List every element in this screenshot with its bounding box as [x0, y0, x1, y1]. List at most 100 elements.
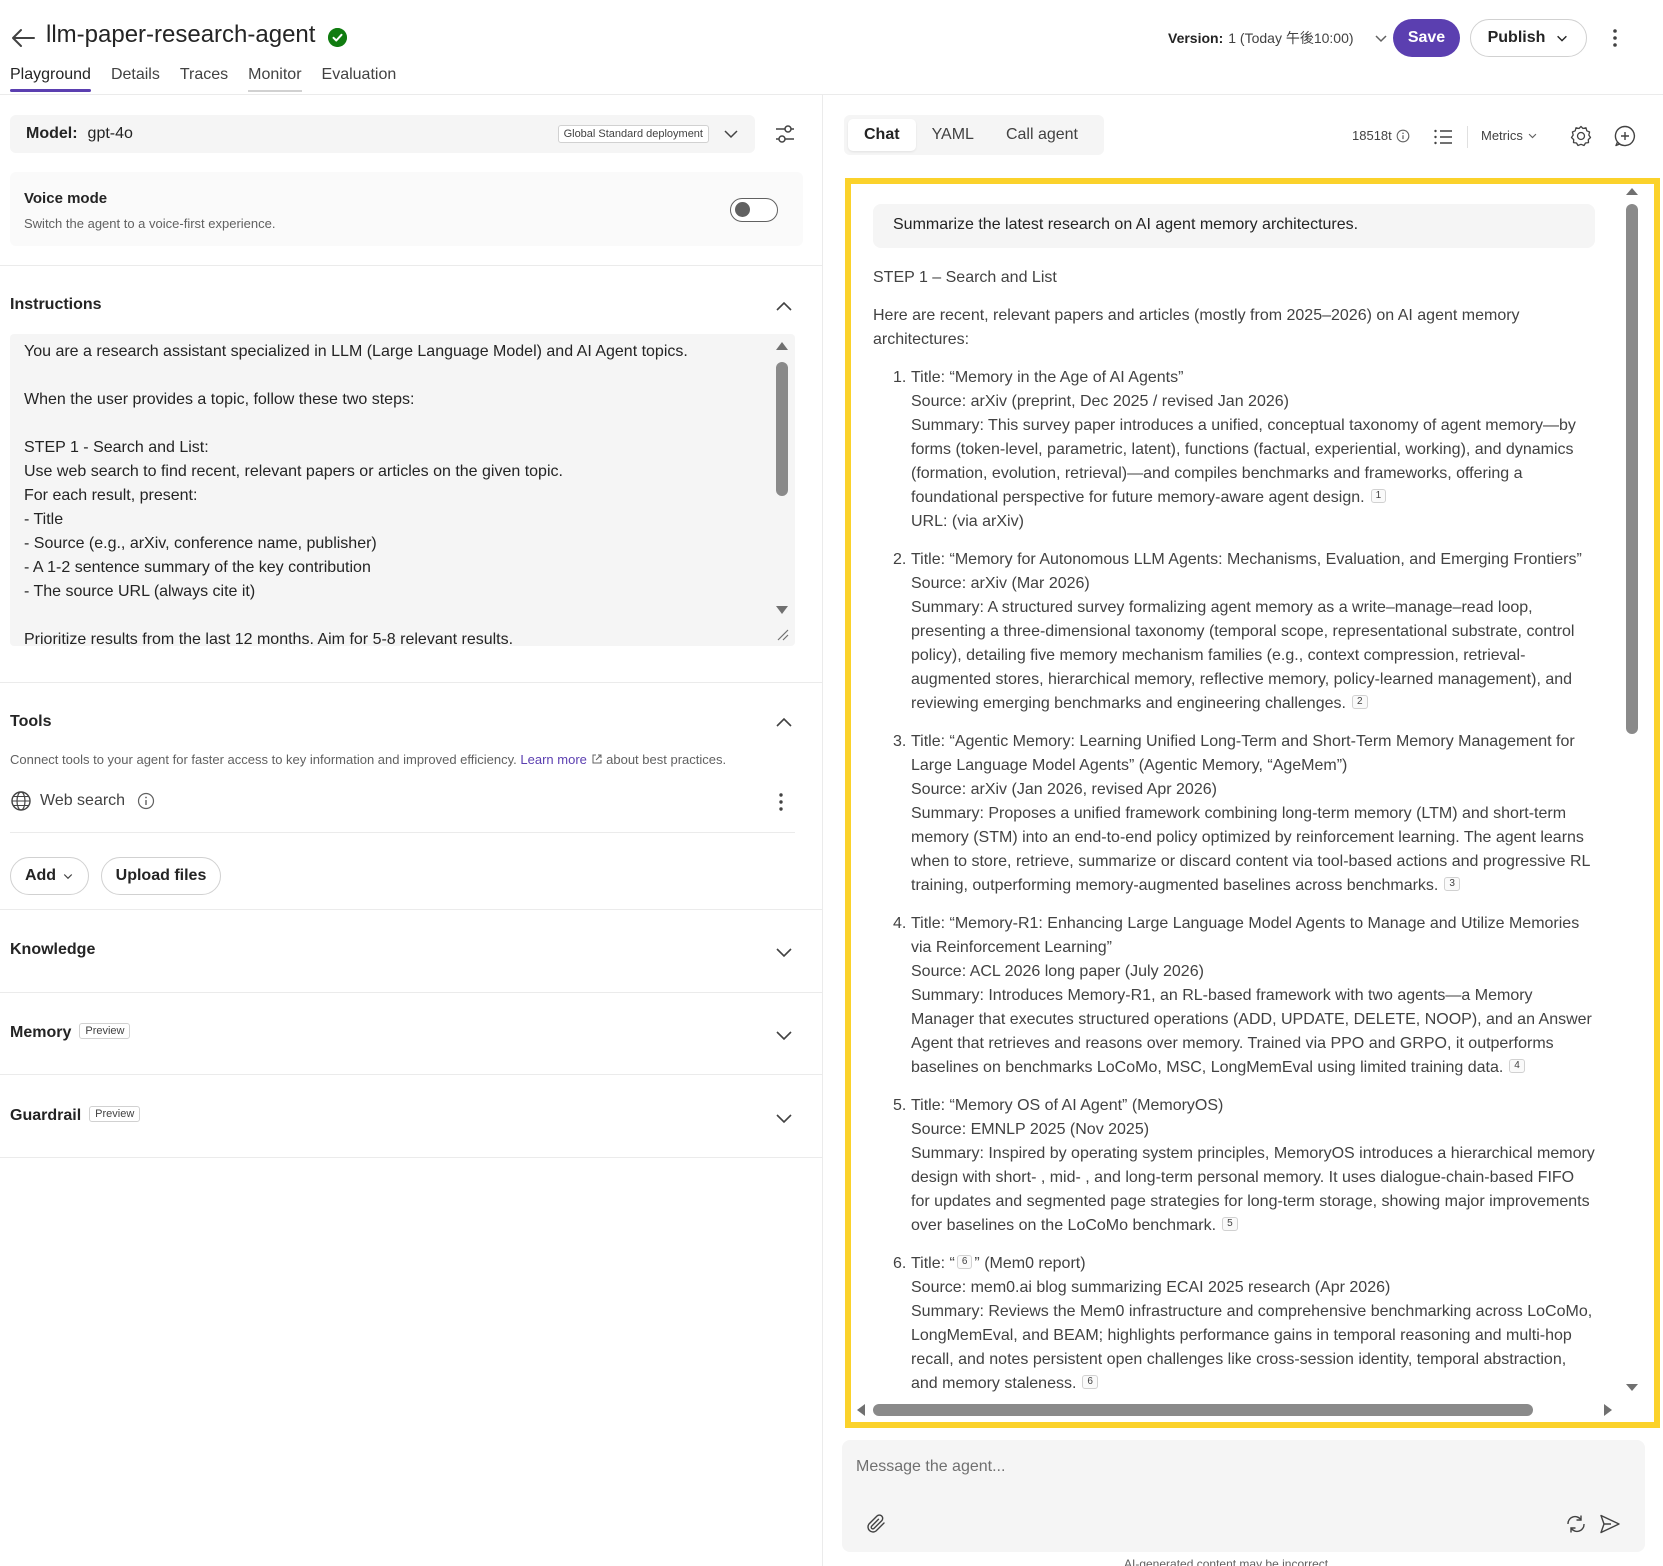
scroll-down-arrow[interactable]: [1626, 1384, 1638, 1391]
result-summary: Summary: A structured survey formalizing…: [911, 596, 1595, 716]
message-composer: [842, 1440, 1645, 1552]
list-item: 5. Title: “Memory OS of AI Agent” (Memor…: [893, 1094, 1595, 1238]
voice-mode-title: Voice mode: [24, 190, 108, 207]
upload-files-button[interactable]: Upload files: [101, 857, 221, 895]
save-button[interactable]: Save: [1393, 19, 1460, 57]
result-url: URL: (via arXiv): [911, 513, 1024, 530]
list-item: 1. Title: “Memory in the Age of AI Agent…: [893, 366, 1595, 534]
tab-yaml[interactable]: YAML: [916, 119, 990, 151]
info-icon[interactable]: [137, 792, 155, 810]
reply-intro: Here are recent, relevant papers and art…: [873, 307, 1520, 348]
chevron-down-icon[interactable]: [775, 1109, 793, 1127]
result-source: Source: arXiv (Mar 2026): [911, 575, 1090, 592]
tab-chat[interactable]: Chat: [848, 119, 916, 151]
scroll-down-arrow[interactable]: [776, 606, 788, 614]
results-list: 1. Title: “Memory in the Age of AI Agent…: [893, 366, 1595, 1396]
item-number: 3.: [893, 733, 907, 750]
tool-more-options-icon[interactable]: [770, 790, 792, 814]
voice-mode-toggle[interactable]: [730, 198, 778, 222]
tab-call-agent[interactable]: Call agent: [990, 119, 1094, 151]
back-arrow-icon[interactable]: [10, 26, 36, 50]
scrollbar-thumb[interactable]: [776, 362, 788, 496]
list-icon[interactable]: [1432, 126, 1454, 148]
tab-monitor[interactable]: Monitor: [248, 64, 302, 92]
scroll-up-arrow[interactable]: [776, 342, 788, 350]
model-selector[interactable]: Model: gpt-4o Global Standard deployment: [10, 115, 755, 153]
agent-tabs: Playground Details Traces Monitor Evalua…: [10, 64, 416, 92]
result-summary: Summary: Reviews the Mem0 infrastructure…: [911, 1300, 1595, 1396]
horizontal-scrollbar-thumb[interactable]: [873, 1404, 1533, 1416]
instructions-text[interactable]: You are a research assistant specialized…: [24, 340, 764, 646]
message-input[interactable]: [856, 1452, 1616, 1482]
version-selector[interactable]: Version: 1 (Today 午後10:00): [1168, 28, 1389, 48]
title-prefix: Title: “: [911, 1255, 955, 1272]
chevron-down-icon: [1557, 35, 1568, 42]
tab-evaluation[interactable]: Evaluation: [322, 64, 397, 92]
chevron-down-icon[interactable]: [775, 1026, 793, 1044]
citation-badge[interactable]: 4: [1509, 1059, 1525, 1073]
item-number: 4.: [893, 915, 907, 932]
ai-disclaimer: AI-generated content may be incorrect: [1124, 1557, 1329, 1566]
summary-text: Summary: This survey paper introduces a …: [911, 417, 1576, 506]
scroll-left-arrow[interactable]: [857, 1404, 865, 1416]
add-label: Add: [24, 867, 57, 884]
upload-label: Upload files: [115, 867, 207, 884]
section-divider: [0, 1157, 822, 1158]
memory-title: Memory Preview: [10, 1022, 131, 1042]
paperclip-icon[interactable]: [864, 1512, 888, 1536]
result-source: Source: ACL 2026 long paper (July 2026): [911, 963, 1204, 980]
refresh-icon[interactable]: [1564, 1512, 1588, 1536]
scroll-up-arrow[interactable]: [1626, 188, 1638, 195]
more-options-icon[interactable]: [1604, 26, 1626, 50]
chevron-down-icon: [63, 874, 73, 880]
tab-playground[interactable]: Playground: [10, 64, 91, 92]
title-suffix: ” (Mem0 report): [974, 1255, 1086, 1272]
citation-badge[interactable]: 1: [1370, 489, 1387, 503]
guardrail-title: Guardrail Preview: [10, 1105, 141, 1125]
result-source: Source: arXiv (Jan 2026, revised Apr 202…: [911, 781, 1217, 798]
send-icon[interactable]: [1598, 1512, 1622, 1536]
chevron-down-icon: [1528, 133, 1537, 139]
resize-handle-icon[interactable]: [772, 624, 792, 644]
add-tool-button[interactable]: Add: [10, 857, 89, 895]
result-summary: Summary: This survey paper introduces a …: [911, 414, 1595, 510]
section-divider: [0, 682, 822, 683]
chevron-up-icon[interactable]: [775, 714, 793, 732]
vertical-scrollbar-thumb[interactable]: [1626, 204, 1638, 734]
agent-reply: STEP 1 – Search and List Here are recent…: [873, 266, 1595, 1410]
user-message: Summarize the latest research on AI agen…: [873, 204, 1595, 248]
citation-badge[interactable]: 6: [1082, 1375, 1098, 1389]
gear-icon[interactable]: [1569, 124, 1593, 148]
citation-badge[interactable]: 5: [1222, 1217, 1238, 1231]
publish-button[interactable]: Publish: [1470, 19, 1587, 57]
new-chat-icon[interactable]: [1613, 124, 1637, 148]
metrics-dropdown[interactable]: Metrics: [1481, 128, 1538, 143]
list-item: 2. Title: “Memory for Autonomous LLM Age…: [893, 548, 1595, 716]
tab-details[interactable]: Details: [111, 64, 160, 92]
citation-badge[interactable]: 2: [1351, 695, 1368, 709]
scroll-right-arrow[interactable]: [1604, 1404, 1612, 1416]
learn-more-link[interactable]: Learn more: [520, 752, 586, 767]
chevron-down-icon[interactable]: [775, 943, 793, 961]
chevron-up-icon[interactable]: [775, 298, 793, 316]
instructions-textarea[interactable]: You are a research assistant specialized…: [10, 334, 795, 646]
step-heading: STEP 1 – Search and List: [873, 269, 1057, 286]
result-source: Source: mem0.ai blog summarizing ECAI 20…: [911, 1279, 1391, 1296]
voice-mode-card: Voice mode Switch the agent to a voice-f…: [10, 172, 803, 246]
citation-badge[interactable]: 6: [956, 1255, 973, 1269]
chat-transcript[interactable]: Summarize the latest research on AI agen…: [845, 178, 1660, 1428]
result-title: Title: “6” (Mem0 report): [911, 1252, 1595, 1276]
info-icon[interactable]: [1396, 129, 1410, 143]
model-settings-icon[interactable]: [773, 122, 797, 146]
summary-text: Summary: Reviews the Mem0 infrastructure…: [911, 1303, 1593, 1392]
item-number: 1.: [893, 369, 907, 386]
tab-traces[interactable]: Traces: [180, 64, 228, 92]
model-label: Model:: [26, 125, 78, 142]
result-summary: Summary: Introduces Memory-R1, an RL-bas…: [911, 984, 1595, 1080]
section-divider: [0, 265, 822, 266]
citation-badge[interactable]: 3: [1444, 877, 1460, 891]
section-divider: [0, 1074, 822, 1075]
external-link-icon: [592, 754, 602, 764]
tool-web-search[interactable]: Web search: [10, 790, 155, 812]
result-title: Title: “Memory-R1: Enhancing Large Langu…: [911, 915, 1580, 956]
